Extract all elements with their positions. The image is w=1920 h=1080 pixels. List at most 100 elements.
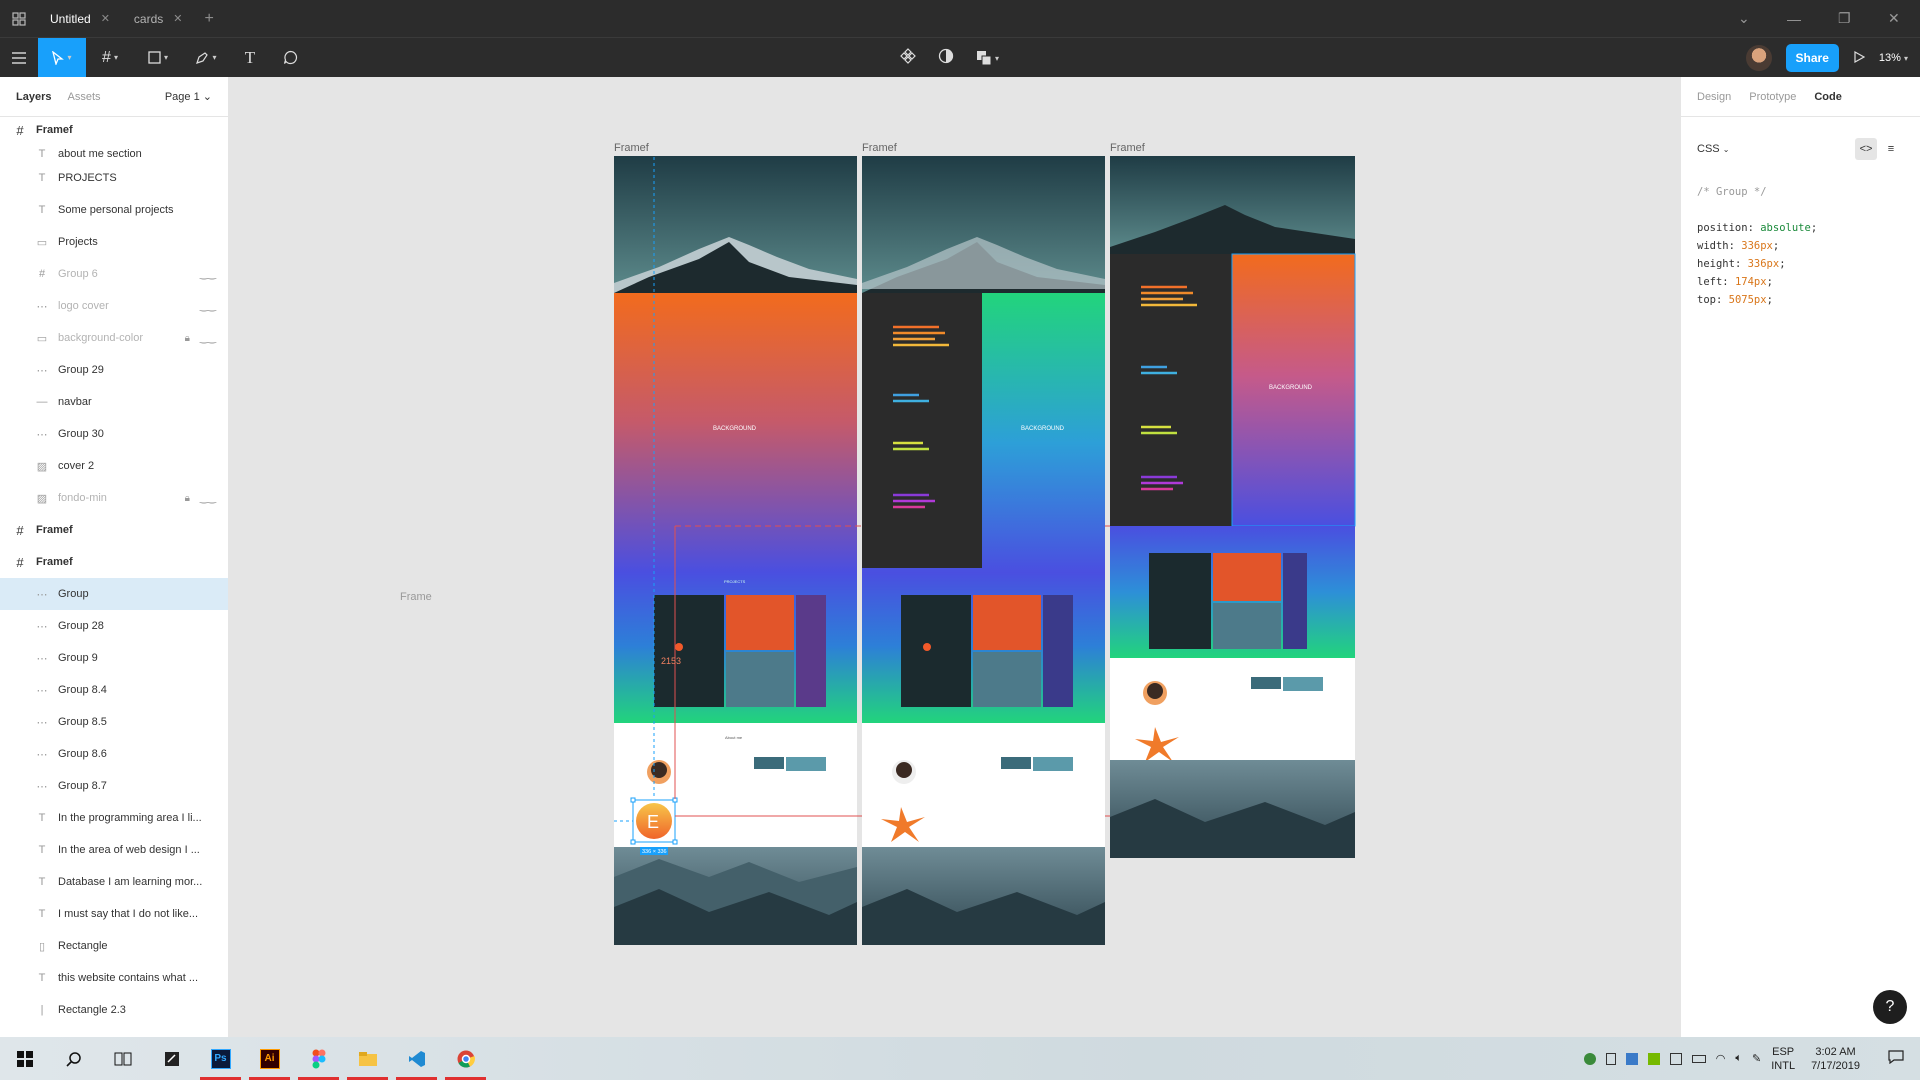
layer-item[interactable]: ⋯ logo cover ‿‿ (0, 290, 228, 322)
tray-app-icon[interactable] (1583, 1052, 1596, 1065)
wifi-icon[interactable]: ◠ (1716, 1052, 1726, 1065)
pen-tool-button[interactable]: ▾ (182, 38, 230, 78)
tray-monitor-icon[interactable] (1625, 1052, 1638, 1065)
vscode-icon[interactable] (392, 1037, 441, 1080)
layer-item[interactable]: # Framef (0, 546, 228, 578)
restore-button[interactable]: ❐ (1838, 0, 1851, 37)
close-icon[interactable]: ✕ (173, 12, 182, 25)
close-window-button[interactable]: ✕ (1888, 0, 1900, 37)
css-code-block[interactable]: /* Group */ position: absolute; width: 3… (1697, 183, 1817, 309)
layer-item[interactable]: T Database I am learning mor... (0, 866, 228, 898)
layer-item[interactable]: ⋯ Group 8.7 (0, 770, 228, 802)
avatar[interactable] (1745, 45, 1772, 71)
close-icon[interactable]: ✕ (101, 12, 110, 25)
layer-item[interactable]: T PROJECTS (0, 162, 228, 194)
mask-icon[interactable] (938, 48, 954, 69)
page-selector[interactable]: Page 1 ⌄ (165, 90, 212, 103)
layer-item[interactable]: | Rectangle 2.3 (0, 994, 228, 1026)
search-icon[interactable] (49, 1037, 98, 1080)
component-icon[interactable] (900, 47, 916, 69)
layer-item[interactable]: T In the area of web design I ... (0, 834, 228, 866)
layer-controls: ‿‿ (200, 301, 216, 312)
lock-icon[interactable]: 🔒︎ (185, 333, 190, 344)
layer-item[interactable]: ⋯ Group 30 (0, 418, 228, 450)
layer-item[interactable]: Tthis website contains what ... (0, 962, 228, 994)
lock-icon[interactable]: 🔒︎ (185, 493, 190, 504)
notifications-icon[interactable] (1888, 1050, 1904, 1067)
list-view-icon[interactable]: ≡ (1880, 138, 1902, 160)
code-view-icon[interactable]: <> (1855, 138, 1877, 160)
share-button[interactable]: Share (1785, 44, 1839, 72)
layer-item[interactable]: Tabout me section (0, 146, 228, 162)
frame-label-3[interactable]: Framef (1110, 142, 1146, 154)
layer-item[interactable]: T In the programming area I li... (0, 802, 228, 834)
zoom-dropdown[interactable]: 13% ▾ (1879, 52, 1908, 64)
layer-item[interactable]: T I must say that I do not like... (0, 898, 228, 930)
hidden-eye-icon[interactable]: ‿‿ (200, 493, 216, 504)
layer-item[interactable]: ▭ Projects (0, 226, 228, 258)
tray-display-icon[interactable] (1669, 1052, 1682, 1065)
layer-item[interactable]: ⋯ Group (0, 578, 228, 610)
hidden-eye-icon[interactable]: ‿‿ (200, 301, 216, 312)
pen-icon[interactable]: ✎ (1752, 1052, 1761, 1065)
tray-nvidia-icon[interactable] (1647, 1052, 1660, 1065)
layer-item[interactable]: ▨ cover 2 (0, 450, 228, 482)
layer-item[interactable]: ▭ background-color 🔒︎ ‿‿ (0, 322, 228, 354)
clock[interactable]: 3:02 AM 7/17/2019 (1811, 1045, 1860, 1073)
layer-item[interactable]: ▯ Rectangle (0, 930, 228, 962)
layer-item[interactable]: # Group 6 ‿‿ (0, 258, 228, 290)
layer-item[interactable]: # Framef (0, 114, 228, 146)
tab-prototype[interactable]: Prototype (1749, 91, 1796, 103)
chevron-down-icon[interactable]: ⌄ (1738, 0, 1750, 37)
comment-tool-button[interactable] (270, 38, 310, 78)
tab-code[interactable]: Code (1814, 91, 1842, 103)
tab-layers[interactable]: Layers (16, 91, 51, 103)
shape-tool-button[interactable]: ▾ (134, 38, 182, 78)
file-explorer-icon[interactable] (343, 1037, 392, 1080)
layer-item[interactable]: ⋯ Group 9 (0, 642, 228, 674)
boolean-icon[interactable]: ▾ (976, 50, 999, 66)
app-grid-icon[interactable] (0, 0, 38, 37)
layer-item[interactable]: ⋯ Group 8.4 (0, 674, 228, 706)
photoshop-icon[interactable]: Ps (196, 1037, 245, 1080)
play-icon[interactable] (1853, 50, 1866, 66)
move-tool-button[interactable]: ▾ (38, 37, 86, 78)
tray-usb-icon[interactable] (1605, 1052, 1616, 1065)
layer-item[interactable]: ⋯ Group 8.6 (0, 738, 228, 770)
frame-2[interactable]: BACKGROUND (862, 156, 1105, 945)
frame-tool-button[interactable]: # ▾ (86, 38, 134, 78)
illustrator-icon[interactable]: Ai (245, 1037, 294, 1080)
new-tab-button[interactable]: + (194, 10, 223, 28)
tab-untitled[interactable]: Untitled ✕ (38, 0, 122, 37)
tray-battery-icon[interactable] (1691, 1054, 1706, 1063)
frame-3[interactable]: BACKGROUND (1110, 156, 1356, 858)
notes-app-icon[interactable] (147, 1037, 196, 1080)
layer-item[interactable]: ▨ fondo-min 🔒︎ ‿‿ (0, 482, 228, 514)
frame-label-2[interactable]: Framef (862, 142, 898, 154)
layer-item[interactable]: ⋯ Group 28 (0, 610, 228, 642)
hidden-eye-icon[interactable]: ‿‿ (200, 269, 216, 280)
tab-design[interactable]: Design (1697, 91, 1731, 103)
text-tool-button[interactable]: T (230, 38, 270, 78)
canvas[interactable]: Framef Framef Framef Frame BACKGROUND PR… (229, 77, 1680, 1037)
windows-start-icon[interactable] (0, 1037, 49, 1080)
task-view-icon[interactable] (98, 1037, 147, 1080)
frame-floating-label[interactable]: Frame (400, 591, 432, 603)
tab-assets[interactable]: Assets (67, 91, 100, 103)
minimize-button[interactable]: — (1787, 0, 1801, 37)
tab-cards[interactable]: cards ✕ (122, 0, 195, 37)
menu-icon[interactable] (0, 38, 38, 78)
language-dropdown[interactable]: CSS ⌄ (1697, 143, 1729, 155)
input-language[interactable]: ESP INTL (1771, 1045, 1795, 1073)
chrome-icon[interactable] (441, 1037, 490, 1080)
layer-item[interactable]: ⋯ Group 8.5 (0, 706, 228, 738)
layer-item[interactable]: # Framef (0, 514, 228, 546)
help-button[interactable]: ? (1873, 990, 1907, 1024)
frame-label-1[interactable]: Framef (614, 142, 650, 154)
hidden-eye-icon[interactable]: ‿‿ (200, 333, 216, 344)
volume-icon[interactable]: 🔈︎ (1735, 1052, 1742, 1065)
layer-item[interactable]: ⋯ Group 29 (0, 354, 228, 386)
layer-item[interactable]: — navbar (0, 386, 228, 418)
layer-item[interactable]: T Some personal projects (0, 194, 228, 226)
figma-icon[interactable] (294, 1037, 343, 1080)
